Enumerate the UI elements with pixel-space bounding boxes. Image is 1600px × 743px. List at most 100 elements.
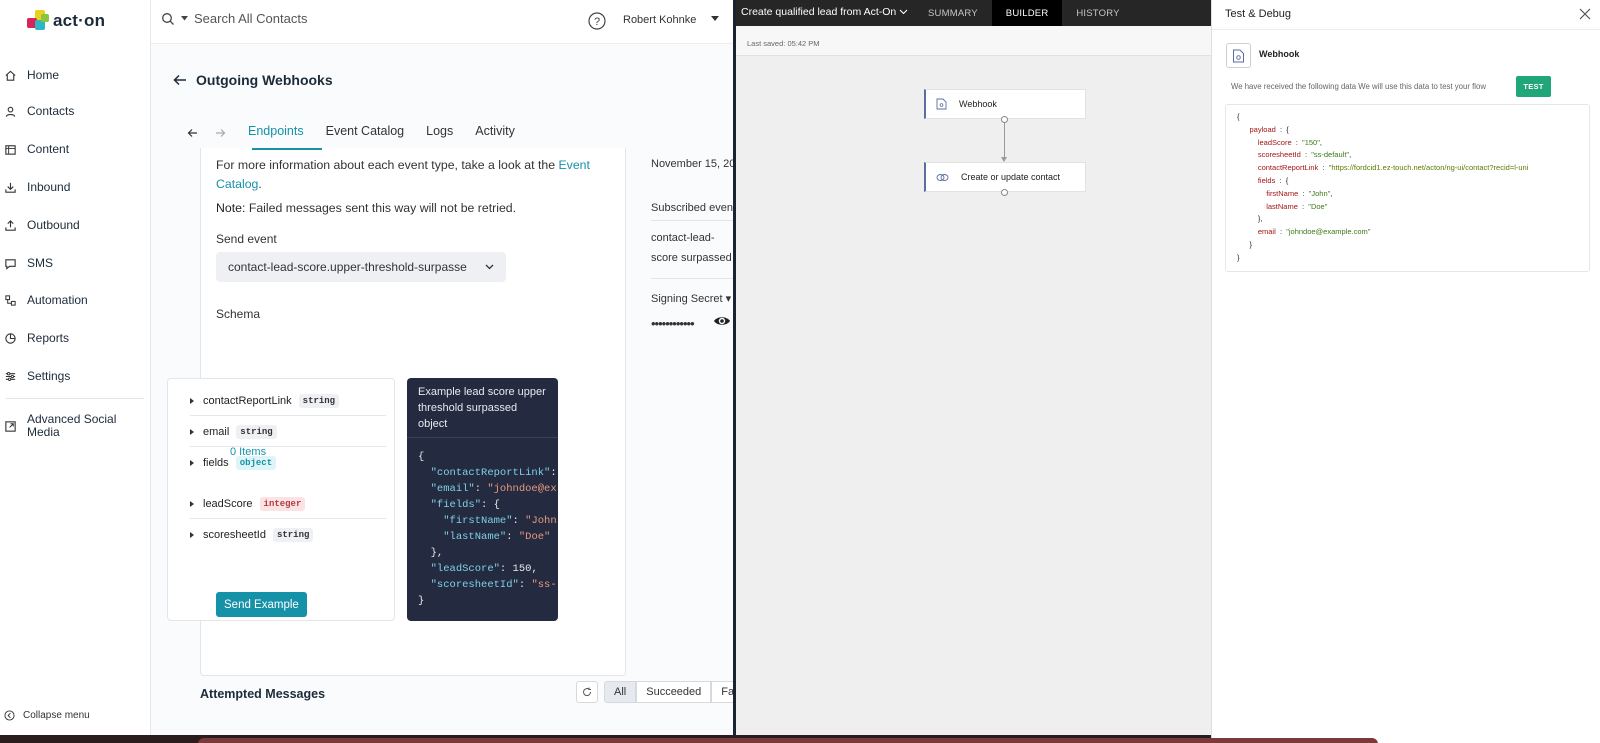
page-title: Outgoing Webhooks: [196, 72, 333, 88]
inbound-icon: [5, 182, 16, 193]
signing-secret-label[interactable]: Signing Secret ▾: [651, 292, 731, 305]
message-filter-bar: All Succeeded Fail: [576, 681, 733, 703]
subscribed-events-value: contact-lead-score surpassed: [651, 232, 732, 264]
expand-caret-icon: [190, 500, 194, 507]
sidebar-item-label: Advanced Social Media: [27, 412, 117, 439]
test-button[interactable]: TEST: [1516, 76, 1551, 97]
example-title: Example lead score upper threshold surpa…: [418, 386, 546, 430]
flow-node-create-or-update-contact[interactable]: Create or update contact: [924, 162, 1086, 192]
tab-logs[interactable]: Logs: [426, 122, 453, 143]
help-icon[interactable]: ?: [588, 12, 606, 30]
sidebar-item-settings[interactable]: Settings: [0, 363, 150, 389]
tab-builder[interactable]: BUILDER: [991, 0, 1063, 26]
sidebar-item-content[interactable]: Content: [0, 136, 150, 162]
collapse-icon: [4, 710, 15, 721]
flow-builder: Create qualified lead from Act-On SUMMAR…: [736, 0, 1211, 735]
search-scope-caret-icon[interactable]: [181, 16, 188, 21]
send-event-label: Send event: [216, 232, 277, 246]
payload-json: { payload : { leadScore : "150", scoresh…: [1237, 112, 1529, 262]
example-divider: [407, 437, 558, 438]
info-text: For more information about each event ty…: [216, 156, 616, 194]
sidebar-item-home[interactable]: Home: [0, 62, 150, 88]
tab-summary[interactable]: SUMMARY: [914, 0, 992, 26]
attempted-messages-heading: Attempted Messages: [200, 687, 326, 701]
close-icon[interactable]: [1579, 8, 1591, 20]
schema-field-name: email: [203, 425, 230, 438]
sidebar-item-label: Automation: [27, 292, 88, 307]
schema-field-fields[interactable]: fields object: [190, 448, 386, 478]
tabs-scroll-right-button[interactable]: [209, 123, 231, 143]
sidebar-item-inbound[interactable]: Inbound: [0, 174, 150, 200]
schema-field-scoresheetid[interactable]: scoresheetId string: [190, 520, 386, 550]
logo-mark-icon: [27, 10, 49, 32]
schema-field-contactreportlink[interactable]: contactReportLink string: [190, 386, 386, 416]
filter-succeeded-button[interactable]: Succeeded: [636, 681, 712, 703]
flow-node-label: Webhook: [959, 99, 997, 109]
eye-icon[interactable]: [713, 314, 731, 328]
sidebar-item-contacts[interactable]: Contacts: [0, 98, 150, 124]
webhook-step-label: Webhook: [1259, 49, 1300, 59]
type-badge: object: [235, 456, 277, 470]
type-badge: integer: [259, 496, 306, 511]
created-date: November 15, 20: [651, 158, 733, 170]
expand-caret-icon: [190, 397, 194, 404]
details-divider: [651, 278, 733, 279]
sidebar-item-sms[interactable]: SMS: [0, 250, 150, 276]
connector-handle[interactable]: [1001, 189, 1008, 196]
sidebar-item-outbound[interactable]: Outbound: [0, 212, 150, 238]
note-body: Failed messages sent this way will not b…: [245, 201, 517, 215]
sidebar-item-label: SMS: [27, 255, 54, 270]
info-text-end: .: [258, 177, 262, 191]
tabs-scroll-left-button[interactable]: [181, 123, 203, 143]
debug-header-divider: [1212, 29, 1600, 30]
schema-field-name: fields: [203, 457, 229, 469]
sidebar-item-label: Reports: [27, 330, 70, 345]
refresh-icon: [583, 687, 592, 697]
sidebar-item-label: Contacts: [27, 103, 75, 118]
connector-handle[interactable]: [1001, 116, 1008, 123]
type-badge: string: [298, 393, 340, 408]
send-event-select[interactable]: contact-lead-score.upper-threshold-surpa…: [216, 252, 506, 282]
subscribed-events-label: Subscribed event: [651, 202, 733, 214]
search-box[interactable]: [161, 11, 494, 26]
automation-icon: [5, 294, 16, 306]
sidebar-item-label: Content: [27, 141, 70, 156]
example-json-code: { "contactReportLink": "email": "johndoe…: [418, 451, 557, 607]
tab-endpoints[interactable]: Endpoints: [248, 122, 304, 143]
sidebar-item-automation[interactable]: Automation: [0, 287, 150, 313]
webhook-icon: [936, 98, 947, 110]
test-debug-panel: Test & Debug Webhook We have received th…: [1211, 0, 1600, 743]
refresh-button[interactable]: [576, 681, 598, 703]
type-badge: string: [272, 528, 314, 542]
tabs-row: Endpoints Event Catalog Logs Activity: [181, 122, 526, 143]
tab-activity[interactable]: Activity: [475, 122, 515, 143]
tab-event-catalog[interactable]: Event Catalog: [326, 122, 405, 143]
schema-field-leadscore[interactable]: leadScore integer: [190, 489, 386, 519]
debug-panel-title: Test & Debug: [1225, 8, 1292, 20]
filter-all-button[interactable]: All: [604, 681, 637, 703]
zero-items-link[interactable]: 0 Items: [230, 446, 266, 458]
settings-icon: [5, 371, 16, 381]
flow-connector: [1004, 123, 1005, 161]
send-example-button[interactable]: Send Example: [216, 592, 307, 617]
act-on-logo[interactable]: act·on: [27, 10, 105, 32]
user-menu-caret-icon[interactable]: [711, 16, 719, 22]
flow-title-dropdown[interactable]: Create qualified lead from Act-On: [741, 6, 908, 18]
collapse-menu-button[interactable]: Collapse menu: [4, 710, 90, 721]
back-arrow-icon[interactable]: [173, 74, 187, 86]
received-payload-viewer[interactable]: { payload : { leadScore : "150", scoresh…: [1225, 104, 1590, 272]
search-input[interactable]: [194, 11, 494, 26]
schema-field-email[interactable]: email string: [190, 417, 386, 447]
last-saved-status: Last saved: 05:42 PM: [747, 39, 820, 48]
sidebar-item-reports[interactable]: Reports: [0, 325, 150, 351]
user-name[interactable]: Robert Kohnke: [623, 14, 696, 26]
schema-label: Schema: [216, 307, 261, 321]
outbound-icon: [5, 219, 16, 231]
filter-failed-button[interactable]: Fail: [711, 681, 733, 703]
reports-icon: [5, 332, 16, 344]
act-on-app: act·on Home Contacts Content Inbound Out…: [0, 0, 733, 735]
flow-node-webhook[interactable]: Webhook: [924, 89, 1086, 119]
sidebar-item-advanced-social-media[interactable]: Advanced Social Media: [0, 411, 150, 441]
tab-history[interactable]: HISTORY: [1062, 0, 1133, 26]
schema-tree: contactReportLink string email string fi…: [167, 378, 395, 621]
